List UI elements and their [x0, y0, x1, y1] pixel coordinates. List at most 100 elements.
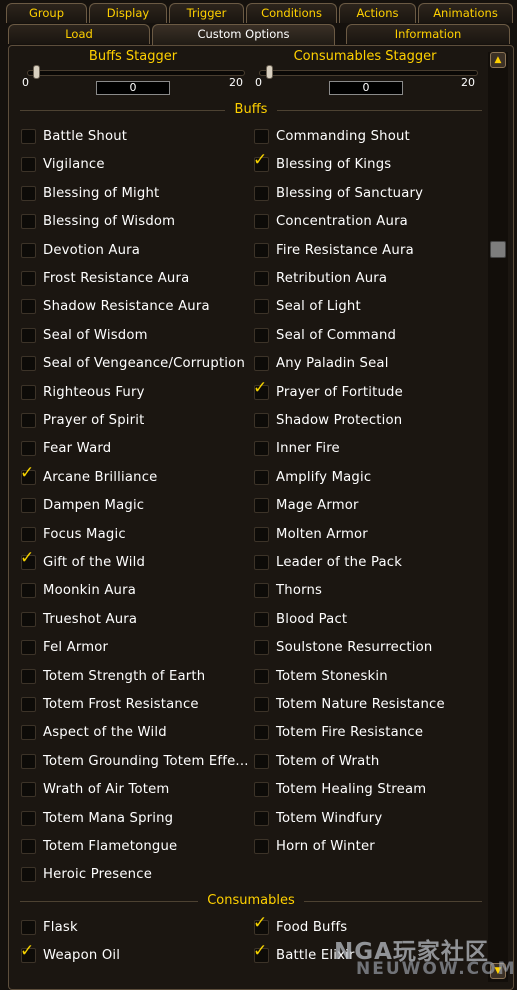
- checkbox-label: Totem Windfury: [276, 810, 383, 826]
- checkbox-box[interactable]: [21, 583, 36, 599]
- scrollbar[interactable]: [488, 52, 508, 982]
- checkbox-box[interactable]: [21, 697, 36, 712]
- checkbox-box[interactable]: [254, 640, 269, 656]
- checkbox-label: Vigilance: [43, 157, 105, 173]
- checkbox-box[interactable]: [254, 242, 269, 258]
- checkbox-box[interactable]: [254, 214, 269, 230]
- checkbox-label: Blessing of Kings: [276, 157, 392, 173]
- checkbox-label: Fel Armor: [43, 640, 109, 656]
- tab-conditions[interactable]: Conditions: [246, 3, 337, 23]
- checkbox-label: Totem Nature Resistance: [276, 697, 445, 712]
- checkbox-box[interactable]: [254, 725, 269, 741]
- checkbox-label: Soulstone Resurrection: [276, 640, 433, 656]
- buffs-stagger-thumb[interactable]: [33, 65, 40, 79]
- consumables-section-header: Consumables: [20, 893, 482, 909]
- checkmark-icon: ✓: [20, 941, 35, 961]
- checkbox-box[interactable]: [254, 498, 269, 514]
- checkbox-box[interactable]: [254, 782, 269, 798]
- checkbox-box[interactable]: [254, 697, 269, 712]
- checkbox-box[interactable]: [21, 668, 36, 684]
- checkbox-box[interactable]: [21, 214, 36, 230]
- checkbox-box[interactable]: [254, 129, 269, 144]
- checkbox-label: Totem Flametongue: [43, 839, 178, 854]
- checkbox-box[interactable]: [21, 867, 36, 883]
- checkbox-box[interactable]: [254, 299, 269, 315]
- checkbox-label: Blessing of Wisdom: [43, 214, 176, 230]
- checkbox-label: Weapon Oil: [43, 948, 121, 963]
- checkbox-box[interactable]: [21, 498, 36, 514]
- tab-custom-options[interactable]: Custom Options: [152, 24, 335, 46]
- tab-information[interactable]: Information: [346, 24, 510, 44]
- checkbox-box[interactable]: [21, 299, 36, 315]
- checkbox-label: Focus Magic: [43, 526, 126, 542]
- checkmark-icon: ✓: [253, 150, 268, 171]
- buffs-stagger-max: 20: [229, 76, 243, 89]
- checkbox-box[interactable]: [254, 185, 269, 201]
- checkbox-box[interactable]: [21, 242, 36, 258]
- checkbox-box[interactable]: [254, 271, 269, 286]
- tab-actions[interactable]: Actions: [339, 3, 416, 23]
- checkbox-box[interactable]: [254, 413, 269, 428]
- checkbox-box[interactable]: [21, 920, 36, 935]
- scroll-up-icon[interactable]: ▲: [490, 52, 506, 68]
- checkbox-box[interactable]: [21, 611, 36, 627]
- checkbox-box[interactable]: [254, 611, 269, 627]
- checkbox-box[interactable]: [21, 839, 36, 854]
- checkbox-box[interactable]: [21, 384, 36, 400]
- checkbox-label: Seal of Light: [276, 299, 361, 315]
- checkbox-box[interactable]: [254, 469, 269, 485]
- buffs-stagger-value-input[interactable]: 0: [96, 81, 170, 95]
- checkbox-box[interactable]: [21, 185, 36, 201]
- tab-load[interactable]: Load: [8, 24, 150, 44]
- checkbox-label: Fire Resistance Aura: [276, 242, 414, 258]
- tab-display[interactable]: Display: [89, 3, 167, 23]
- checkbox-box[interactable]: [254, 356, 269, 372]
- checkbox-label: Molten Armor: [276, 526, 368, 542]
- checkmark-icon: ✓: [253, 913, 268, 933]
- scroll-thumb[interactable]: [490, 241, 506, 258]
- checkbox-box[interactable]: [254, 668, 269, 684]
- checkbox-box[interactable]: [21, 271, 36, 286]
- checkbox-box[interactable]: [21, 413, 36, 428]
- checkbox-label: Horn of Winter: [276, 839, 375, 854]
- buffs-stagger-min: 0: [22, 76, 29, 89]
- watermark-url: NEUWOW.COM: [356, 959, 517, 979]
- checkbox-box[interactable]: [21, 157, 36, 173]
- checkbox-label: Trueshot Aura: [43, 611, 138, 627]
- checkbox-box[interactable]: [21, 129, 36, 144]
- checkbox-label: Prayer of Spirit: [43, 413, 145, 428]
- checkbox-label: Mage Armor: [276, 498, 359, 514]
- checkbox-box[interactable]: [21, 441, 36, 457]
- checkbox-box[interactable]: [21, 640, 36, 656]
- checkbox-box[interactable]: [21, 725, 36, 741]
- consumables-stagger-thumb[interactable]: [266, 65, 273, 79]
- checkbox-box[interactable]: [21, 782, 36, 798]
- checkbox-box[interactable]: [21, 526, 36, 542]
- checkbox-label: Totem Healing Stream: [276, 782, 427, 798]
- checkbox-box[interactable]: [21, 356, 36, 372]
- checkbox-box[interactable]: [21, 327, 36, 343]
- buffs-stagger-slider[interactable]: [27, 70, 245, 76]
- checkbox-box[interactable]: [254, 441, 269, 457]
- checkbox-label: Fear Ward: [43, 441, 112, 457]
- tab-group[interactable]: Group: [6, 3, 87, 23]
- checkbox-box[interactable]: [254, 555, 269, 570]
- tab-animations[interactable]: Animations: [418, 3, 513, 23]
- checkbox-box[interactable]: [254, 753, 269, 769]
- checkbox-box[interactable]: [254, 327, 269, 343]
- checkbox-box[interactable]: [254, 839, 269, 854]
- checkbox-label: Heroic Presence: [43, 867, 153, 883]
- checkbox-box[interactable]: [21, 753, 36, 769]
- checkbox-label: Thorns: [276, 583, 323, 599]
- buffs-header-label: Buffs: [234, 102, 268, 117]
- checkbox-label: Righteous Fury: [43, 384, 145, 400]
- checkbox-box[interactable]: [254, 583, 269, 599]
- checkbox-box[interactable]: [254, 810, 269, 826]
- tab-trigger[interactable]: Trigger: [169, 3, 244, 23]
- checkbox-label: Arcane Brilliance: [43, 469, 158, 485]
- checkbox-label: Seal of Wisdom: [43, 327, 148, 343]
- consumables-stagger-slider[interactable]: [259, 70, 478, 76]
- checkbox-box[interactable]: [21, 810, 36, 826]
- consumables-stagger-value-input[interactable]: 0: [329, 81, 403, 95]
- checkbox-box[interactable]: [254, 526, 269, 542]
